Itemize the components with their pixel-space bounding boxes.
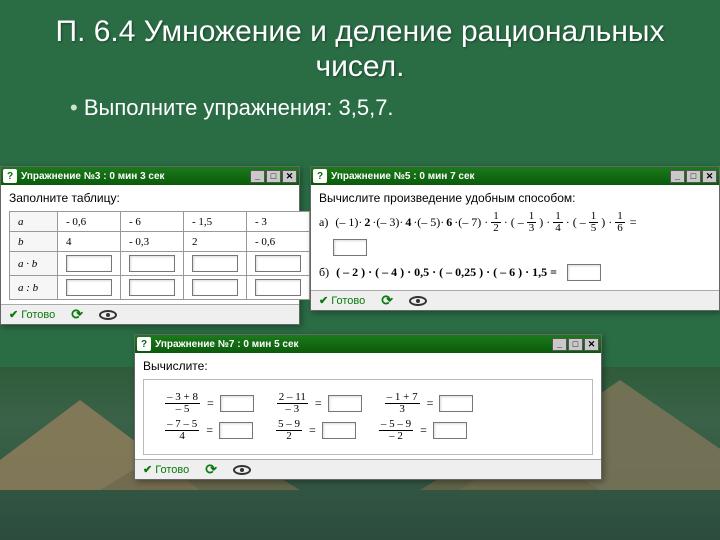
close-button[interactable]: ✕ bbox=[282, 170, 297, 183]
help-icon[interactable]: ? bbox=[313, 169, 327, 183]
answer-input[interactable] bbox=[129, 255, 175, 272]
help-icon[interactable]: ? bbox=[3, 169, 17, 183]
reload-icon[interactable]: ⟳ bbox=[381, 292, 393, 309]
minimize-button[interactable]: _ bbox=[250, 170, 265, 183]
eye-icon[interactable] bbox=[99, 310, 117, 320]
table-row: b 4 - 0,3 2 - 0,6 bbox=[10, 232, 310, 252]
answer-input[interactable] bbox=[328, 395, 362, 412]
cell: - 0,3 bbox=[121, 232, 184, 252]
maximize-button[interactable]: □ bbox=[686, 170, 701, 183]
close-button[interactable]: ✕ bbox=[702, 170, 717, 183]
cell bbox=[184, 276, 247, 300]
titlebar: ? Упражнение №7 : 0 мин 5 сек _ □ ✕ bbox=[135, 335, 601, 353]
answer-input[interactable] bbox=[220, 395, 254, 412]
answer-input[interactable] bbox=[567, 264, 601, 281]
table-row: a : b bbox=[10, 276, 310, 300]
maximize-button[interactable]: □ bbox=[266, 170, 281, 183]
exercise-3-window: ? Упражнение №3 : 0 мин 3 сек _ □ ✕ Запо… bbox=[0, 166, 300, 325]
eye-icon[interactable] bbox=[233, 465, 251, 475]
close-button[interactable]: ✕ bbox=[584, 338, 599, 351]
exercise-7-window: ? Упражнение №7 : 0 мин 5 сек _ □ ✕ Вычи… bbox=[134, 334, 602, 480]
window-title: Упражнение №7 : 0 мин 5 сек bbox=[155, 339, 299, 350]
answer-input[interactable] bbox=[129, 279, 175, 296]
cell bbox=[58, 252, 121, 276]
answer-input[interactable] bbox=[255, 255, 301, 272]
answer-input[interactable] bbox=[433, 422, 467, 439]
cell: - 0,6 bbox=[247, 232, 310, 252]
window-title: Упражнение №3 : 0 мин 3 сек bbox=[21, 171, 165, 182]
row-header: b bbox=[10, 232, 58, 252]
instruction: Заполните таблицу: bbox=[9, 191, 291, 205]
ready-button[interactable]: ✔Готово bbox=[319, 294, 365, 307]
titlebar: ? Упражнение №3 : 0 мин 3 сек _ □ ✕ bbox=[1, 167, 299, 185]
help-icon[interactable]: ? bbox=[137, 337, 151, 351]
minimize-button[interactable]: _ bbox=[670, 170, 685, 183]
titlebar: ? Упражнение №5 : 0 мин 7 сек _ □ ✕ bbox=[311, 167, 719, 185]
page-title: П. 6.4 Умножение и деление рациональных … bbox=[0, 0, 720, 91]
table-row: a · b bbox=[10, 252, 310, 276]
answer-input[interactable] bbox=[192, 255, 238, 272]
cell: - 1,5 bbox=[184, 212, 247, 232]
answer-input[interactable] bbox=[66, 279, 112, 296]
cell: - 6 bbox=[121, 212, 184, 232]
answer-input[interactable] bbox=[439, 395, 473, 412]
cell bbox=[247, 276, 310, 300]
table-row: a - 0,6 - 6 - 1,5 - 3 bbox=[10, 212, 310, 232]
cell: - 3 bbox=[247, 212, 310, 232]
reload-icon[interactable]: ⟳ bbox=[205, 461, 217, 478]
row-header: a · b bbox=[10, 252, 58, 276]
answer-input[interactable] bbox=[333, 239, 367, 256]
cell bbox=[247, 252, 310, 276]
cell: 2 bbox=[184, 232, 247, 252]
window-title: Упражнение №5 : 0 мин 7 сек bbox=[331, 171, 475, 182]
eye-icon[interactable] bbox=[409, 296, 427, 306]
maximize-button[interactable]: □ bbox=[568, 338, 583, 351]
row-header: a : b bbox=[10, 276, 58, 300]
answer-input[interactable] bbox=[255, 279, 301, 296]
ready-button[interactable]: ✔Готово bbox=[9, 308, 55, 321]
cell: 4 bbox=[58, 232, 121, 252]
cell bbox=[184, 252, 247, 276]
instruction: Вычислите: bbox=[143, 359, 593, 373]
cell bbox=[121, 276, 184, 300]
reload-icon[interactable]: ⟳ bbox=[71, 306, 83, 323]
exercise-5-window: ? Упражнение №5 : 0 мин 7 сек _ □ ✕ Вычи… bbox=[310, 166, 720, 311]
cell bbox=[121, 252, 184, 276]
row: – 7 – 54= 5 – 92= – 5 – 9– 2= bbox=[164, 419, 572, 442]
instruction: Вычислите произведение удобным способом: bbox=[319, 191, 711, 205]
subtitle: • Выполните упражнения: 3,5,7. bbox=[0, 91, 720, 131]
answer-input[interactable] bbox=[219, 422, 253, 439]
expression-a: а) (– 1)·2 ·(– 3)·4 ·(– 5)·6 ·(– 7) · 12… bbox=[319, 211, 711, 234]
row-header: a bbox=[10, 212, 58, 232]
answer-input[interactable] bbox=[192, 279, 238, 296]
minimize-button[interactable]: _ bbox=[552, 338, 567, 351]
data-table: a - 0,6 - 6 - 1,5 - 3 b 4 - 0,3 2 - 0,6 … bbox=[9, 211, 310, 300]
expression-b: б) ( – 2 ) · ( – 4 ) · 0,5 · ( – 0,25 ) … bbox=[319, 264, 711, 281]
answer-input[interactable] bbox=[66, 255, 112, 272]
cell bbox=[58, 276, 121, 300]
ready-button[interactable]: ✔Готово bbox=[143, 463, 189, 476]
answer-input[interactable] bbox=[322, 422, 356, 439]
cell: - 0,6 bbox=[58, 212, 121, 232]
row: – 3 + 8– 5= 2 – 11– 3= – 1 + 73= bbox=[164, 392, 572, 415]
